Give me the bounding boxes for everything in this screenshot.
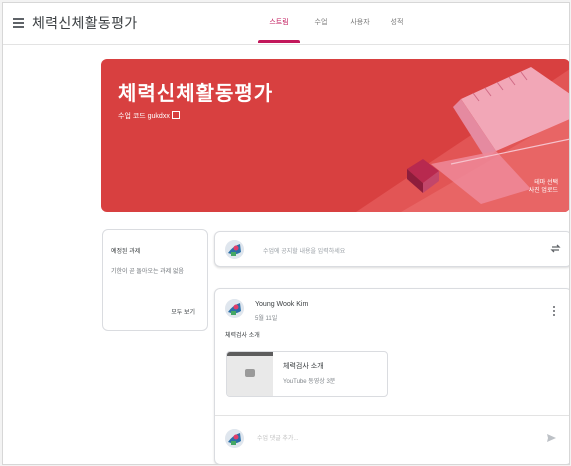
upcoming-text: 기한이 곧 돌아오는 과제 없음 <box>111 269 184 275</box>
post-text: 체력검사 소개 <box>225 333 260 339</box>
tab-people[interactable]: 사용자 <box>339 3 381 44</box>
play-icon <box>245 369 255 377</box>
class-title[interactable]: 체력신체활동평가 <box>32 13 137 33</box>
upload-photo-link[interactable]: 사진 업로드 <box>529 187 558 195</box>
commenter-avatar <box>225 429 244 448</box>
tab-grades[interactable]: 성적 <box>381 3 413 44</box>
comment-divider <box>215 415 569 416</box>
tab-stream[interactable]: 스트림 <box>253 3 305 44</box>
upcoming-card: 예정된 과제 기한이 곧 돌아오는 과제 없음 모두 보기 <box>102 229 208 331</box>
attachment-title: 체력검사 소개 <box>283 363 324 370</box>
select-theme-link[interactable]: 테마 선택 <box>529 179 558 187</box>
menu-icon[interactable] <box>13 18 24 28</box>
video-attachment[interactable]: 체력검사 소개 YouTube 동영상 3분 <box>226 351 388 397</box>
class-code-label: 수업 코드 gukdxx <box>118 113 170 120</box>
classroom-window: 체력신체활동평가 스트림 수업 사용자 성적 체력신체활동평가 수업 코드 gu… <box>2 2 570 465</box>
view-all-link[interactable]: 모두 보기 <box>171 307 195 316</box>
class-code[interactable]: 수업 코드 gukdxx <box>118 111 180 121</box>
tab-stream-label: 스트림 <box>269 19 289 26</box>
avatar-image <box>225 240 244 259</box>
post-date: 5월 11일 <box>255 316 278 322</box>
stream-post: Young Wook Kim 5월 11일 체력검사 소개 체력검사 소개 Yo… <box>214 288 569 464</box>
announce-box[interactable]: 수업에 공지할 내용을 입력하세요 <box>214 231 569 267</box>
more-icon[interactable] <box>553 306 556 318</box>
send-icon[interactable] <box>546 433 557 443</box>
comment-input[interactable] <box>255 430 539 448</box>
post-author: Young Wook Kim <box>255 301 309 308</box>
active-tab-indicator <box>258 40 300 43</box>
video-thumbnail <box>227 352 273 396</box>
announce-placeholder[interactable]: 수업에 공지할 내용을 입력하세요 <box>263 246 345 255</box>
tab-classwork[interactable]: 수업 <box>305 3 337 44</box>
avatar-image <box>225 429 244 448</box>
repost-icon[interactable] <box>550 243 561 254</box>
avatar <box>225 240 244 259</box>
thumbnail-bar <box>227 352 273 356</box>
banner-title: 체력신체활동평가 <box>118 83 274 105</box>
upcoming-title: 예정된 과제 <box>111 249 141 255</box>
class-banner: 체력신체활동평가 수업 코드 gukdxx 테마 선택 사진 업로드 <box>101 59 569 212</box>
top-bar: 체력신체활동평가 스트림 수업 사용자 성적 <box>3 3 569 45</box>
attachment-meta: YouTube 동영상 3분 <box>283 379 336 385</box>
expand-icon[interactable] <box>171 111 180 119</box>
author-avatar <box>225 299 244 318</box>
avatar-image <box>225 299 244 318</box>
banner-customize[interactable]: 테마 선택 사진 업로드 <box>529 179 558 195</box>
